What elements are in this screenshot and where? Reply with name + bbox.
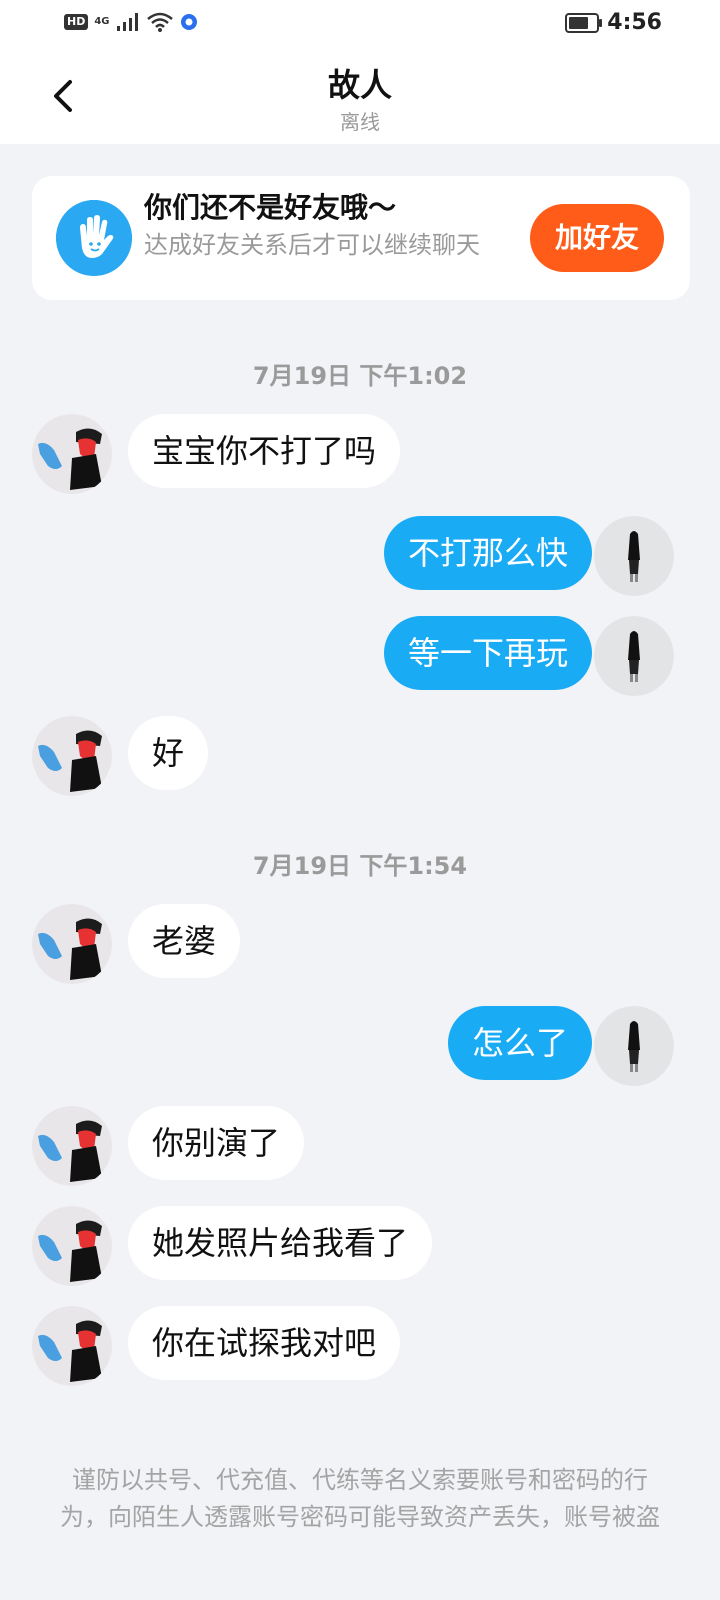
signal-icon — [116, 13, 138, 31]
contact-avatar[interactable] — [32, 1206, 112, 1286]
message-bubble-incoming[interactable]: 你在试探我对吧 — [128, 1306, 401, 1380]
waving-hand-icon — [56, 200, 132, 276]
network-type: 4G — [94, 16, 110, 27]
battery-fill — [569, 16, 589, 29]
message-bubble-outgoing[interactable]: 不打那么快 — [383, 516, 592, 590]
my-avatar[interactable] — [594, 1006, 674, 1086]
chat-title: 故人 — [327, 66, 392, 104]
status-bar: HD 4G 4:56 — [0, 0, 720, 48]
message-bubble-incoming[interactable]: 宝宝你不打了吗 — [128, 414, 401, 488]
top-bar: HD 4G 4:56 故人 离线 — [0, 0, 720, 144]
clock: 4:56 — [607, 10, 662, 35]
app-notification-icon — [180, 14, 197, 30]
message-bubble-incoming[interactable]: 你别演了 — [128, 1106, 305, 1180]
wifi-icon — [146, 12, 173, 32]
message-bubble-incoming[interactable]: 她发照片给我看了 — [128, 1206, 433, 1280]
status-right: 4:56 — [565, 10, 662, 35]
contact-avatar[interactable] — [32, 1106, 112, 1186]
message-bubble-outgoing[interactable]: 怎么了 — [447, 1006, 592, 1080]
add-friend-button[interactable]: 加好友 — [530, 204, 664, 272]
message-bubble-outgoing[interactable]: 等一下再玩 — [383, 616, 592, 690]
contact-avatar[interactable] — [32, 1306, 112, 1386]
message-bubble-incoming[interactable]: 好 — [128, 716, 209, 790]
timestamp: 7月19日 下午1:54 — [252, 852, 468, 880]
contact-avatar[interactable] — [32, 904, 112, 984]
battery-icon — [565, 12, 603, 33]
security-warning: 谨防以共号、代充值、代练等名义索要账号和密码的行为，向陌生人透露账号密码可能导致… — [60, 1466, 660, 1531]
message-bubble-incoming[interactable]: 老婆 — [128, 904, 241, 978]
status-left: HD 4G — [64, 12, 198, 32]
friend-request-banner: 你们还不是好友哦～ 达成好友关系后才可以继续聊天 加好友 — [32, 176, 690, 300]
my-avatar[interactable] — [594, 516, 674, 596]
timestamp: 7月19日 下午1:02 — [252, 362, 468, 390]
hd-badge: HD — [64, 14, 89, 30]
banner-heading: 你们还不是好友哦～ — [144, 191, 397, 224]
online-status: 离线 — [340, 110, 380, 134]
contact-avatar[interactable] — [32, 716, 112, 796]
contact-avatar[interactable] — [32, 414, 112, 494]
banner-body: 达成好友关系后才可以继续聊天 — [144, 231, 480, 259]
my-avatar[interactable] — [594, 616, 674, 696]
